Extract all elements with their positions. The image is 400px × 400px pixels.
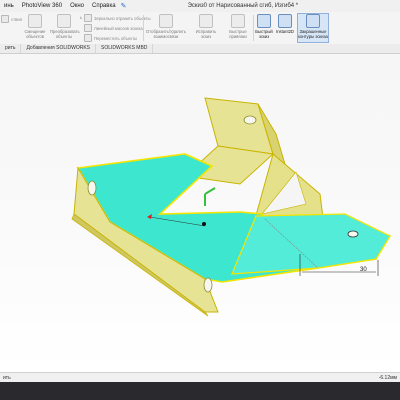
ribbon-separator xyxy=(143,15,144,41)
ribbon-convert-button[interactable]: Преобразовать объекты xyxy=(50,14,80,39)
menu-item-window[interactable]: Окно xyxy=(66,3,88,9)
front-flange-hole-right[interactable] xyxy=(203,277,213,293)
ribbon-rapid-sketch-label: Быстрый эскиз xyxy=(255,29,273,39)
ribbon-instant2d-button[interactable]: Instant2D xyxy=(275,14,295,34)
ribbon-shaded-contours-label: Закрашенные контуры эскиза xyxy=(298,29,328,39)
mirror-icon xyxy=(84,14,92,22)
sheet-metal-part-drawing: 30 xyxy=(71,97,392,317)
ribbon-linear-pattern-label: Линейный массив эскиза xyxy=(94,25,143,31)
relations-icon xyxy=(159,14,173,28)
front-flange-hole-left[interactable] xyxy=(87,180,97,196)
ribbon-trim-label: ствия xyxy=(11,16,22,22)
upper-flange-hole[interactable] xyxy=(243,115,257,125)
menu-item-photoview[interactable]: PhotoView 360 xyxy=(18,3,66,9)
convert-entities-icon xyxy=(57,14,71,28)
ribbon-repair-sketch-button[interactable]: Исправить эскиз xyxy=(190,14,222,39)
tab-solidworks-mbd[interactable]: SOLIDWORKS MBD xyxy=(96,44,154,53)
menu-item-tools[interactable]: инь xyxy=(0,3,18,9)
ribbon-separator xyxy=(253,15,254,41)
bottom-right-flat-face[interactable] xyxy=(231,213,391,275)
taskbar-strip xyxy=(0,382,400,400)
move-entities-icon xyxy=(84,34,92,42)
rapid-sketch-icon xyxy=(257,14,271,28)
ribbon-move-label: Переместить объекты xyxy=(94,35,138,41)
ribbon-quick-snaps-label: Быстрые привязки xyxy=(229,29,247,39)
instant2d-icon xyxy=(278,14,292,28)
command-manager-tabs: рить Добавления SOLIDWORKS SOLIDWORKS MB… xyxy=(0,44,400,54)
ribbon-shaded-contours-button[interactable]: Закрашенные контуры эскиза xyxy=(297,13,329,43)
ribbon-repair-sketch-label: Исправить эскиз xyxy=(195,29,217,39)
trim-icon xyxy=(1,15,9,23)
pin-icon[interactable]: ✎ xyxy=(120,2,128,10)
ribbon-extra-label: ь xyxy=(80,15,83,20)
linear-pattern-icon xyxy=(84,24,92,32)
ribbon-quick-snaps-button[interactable]: Быстрые привязки xyxy=(224,14,252,39)
ribbon-trim-button[interactable]: ствия xyxy=(1,15,22,23)
offset-entities-icon xyxy=(28,14,42,28)
menu-item-help[interactable]: Справка xyxy=(88,3,120,9)
ribbon-extra-button[interactable]: ь xyxy=(80,15,82,20)
upper-flange-face[interactable] xyxy=(204,97,274,155)
graphics-viewport[interactable]: 30 xyxy=(0,54,400,372)
tab-solidworks-addins[interactable]: Добавления SOLIDWORKS xyxy=(21,44,97,53)
origin-triad xyxy=(204,187,216,206)
repair-sketch-icon xyxy=(199,14,213,28)
dimension-value[interactable]: 30 xyxy=(360,267,367,273)
ribbon-linear-pattern-button[interactable]: Линейный массив эскиза xyxy=(84,24,143,32)
ribbon-instant2d-label: Instant2D xyxy=(276,29,294,34)
status-left-text: ить xyxy=(3,375,11,381)
ribbon-offset-label: Смещение объектов xyxy=(24,29,46,39)
tab-evaluate[interactable]: рить xyxy=(0,44,22,53)
command-manager-ribbon: ствия Смещение объектов Преобразовать об… xyxy=(0,12,400,45)
status-coordinate-readout: -6.12мм xyxy=(378,375,397,381)
sketch-point[interactable] xyxy=(202,222,206,226)
ribbon-rapid-sketch-button[interactable]: Быстрый эскиз xyxy=(255,14,273,39)
ribbon-move-button[interactable]: Переместить объекты xyxy=(84,34,137,42)
ribbon-mirror-button[interactable]: Зеркально отразить объекты xyxy=(84,14,151,22)
ribbon-offset-button[interactable]: Смещение объектов xyxy=(22,14,48,39)
document-title: Эскиз0 от Нарисованный сгиб, Изгиб4 * xyxy=(187,3,299,9)
ribbon-relations-label: Отобразить/Удалить взаимосвязи xyxy=(146,29,186,39)
shaded-contours-icon xyxy=(306,14,320,28)
ribbon-convert-label: Преобразовать объекты xyxy=(50,29,80,39)
ribbon-relations-button[interactable]: Отобразить/Удалить взаимосвязи xyxy=(146,14,186,39)
quick-snaps-icon xyxy=(231,14,245,28)
bottom-plate-hole[interactable] xyxy=(347,230,359,238)
